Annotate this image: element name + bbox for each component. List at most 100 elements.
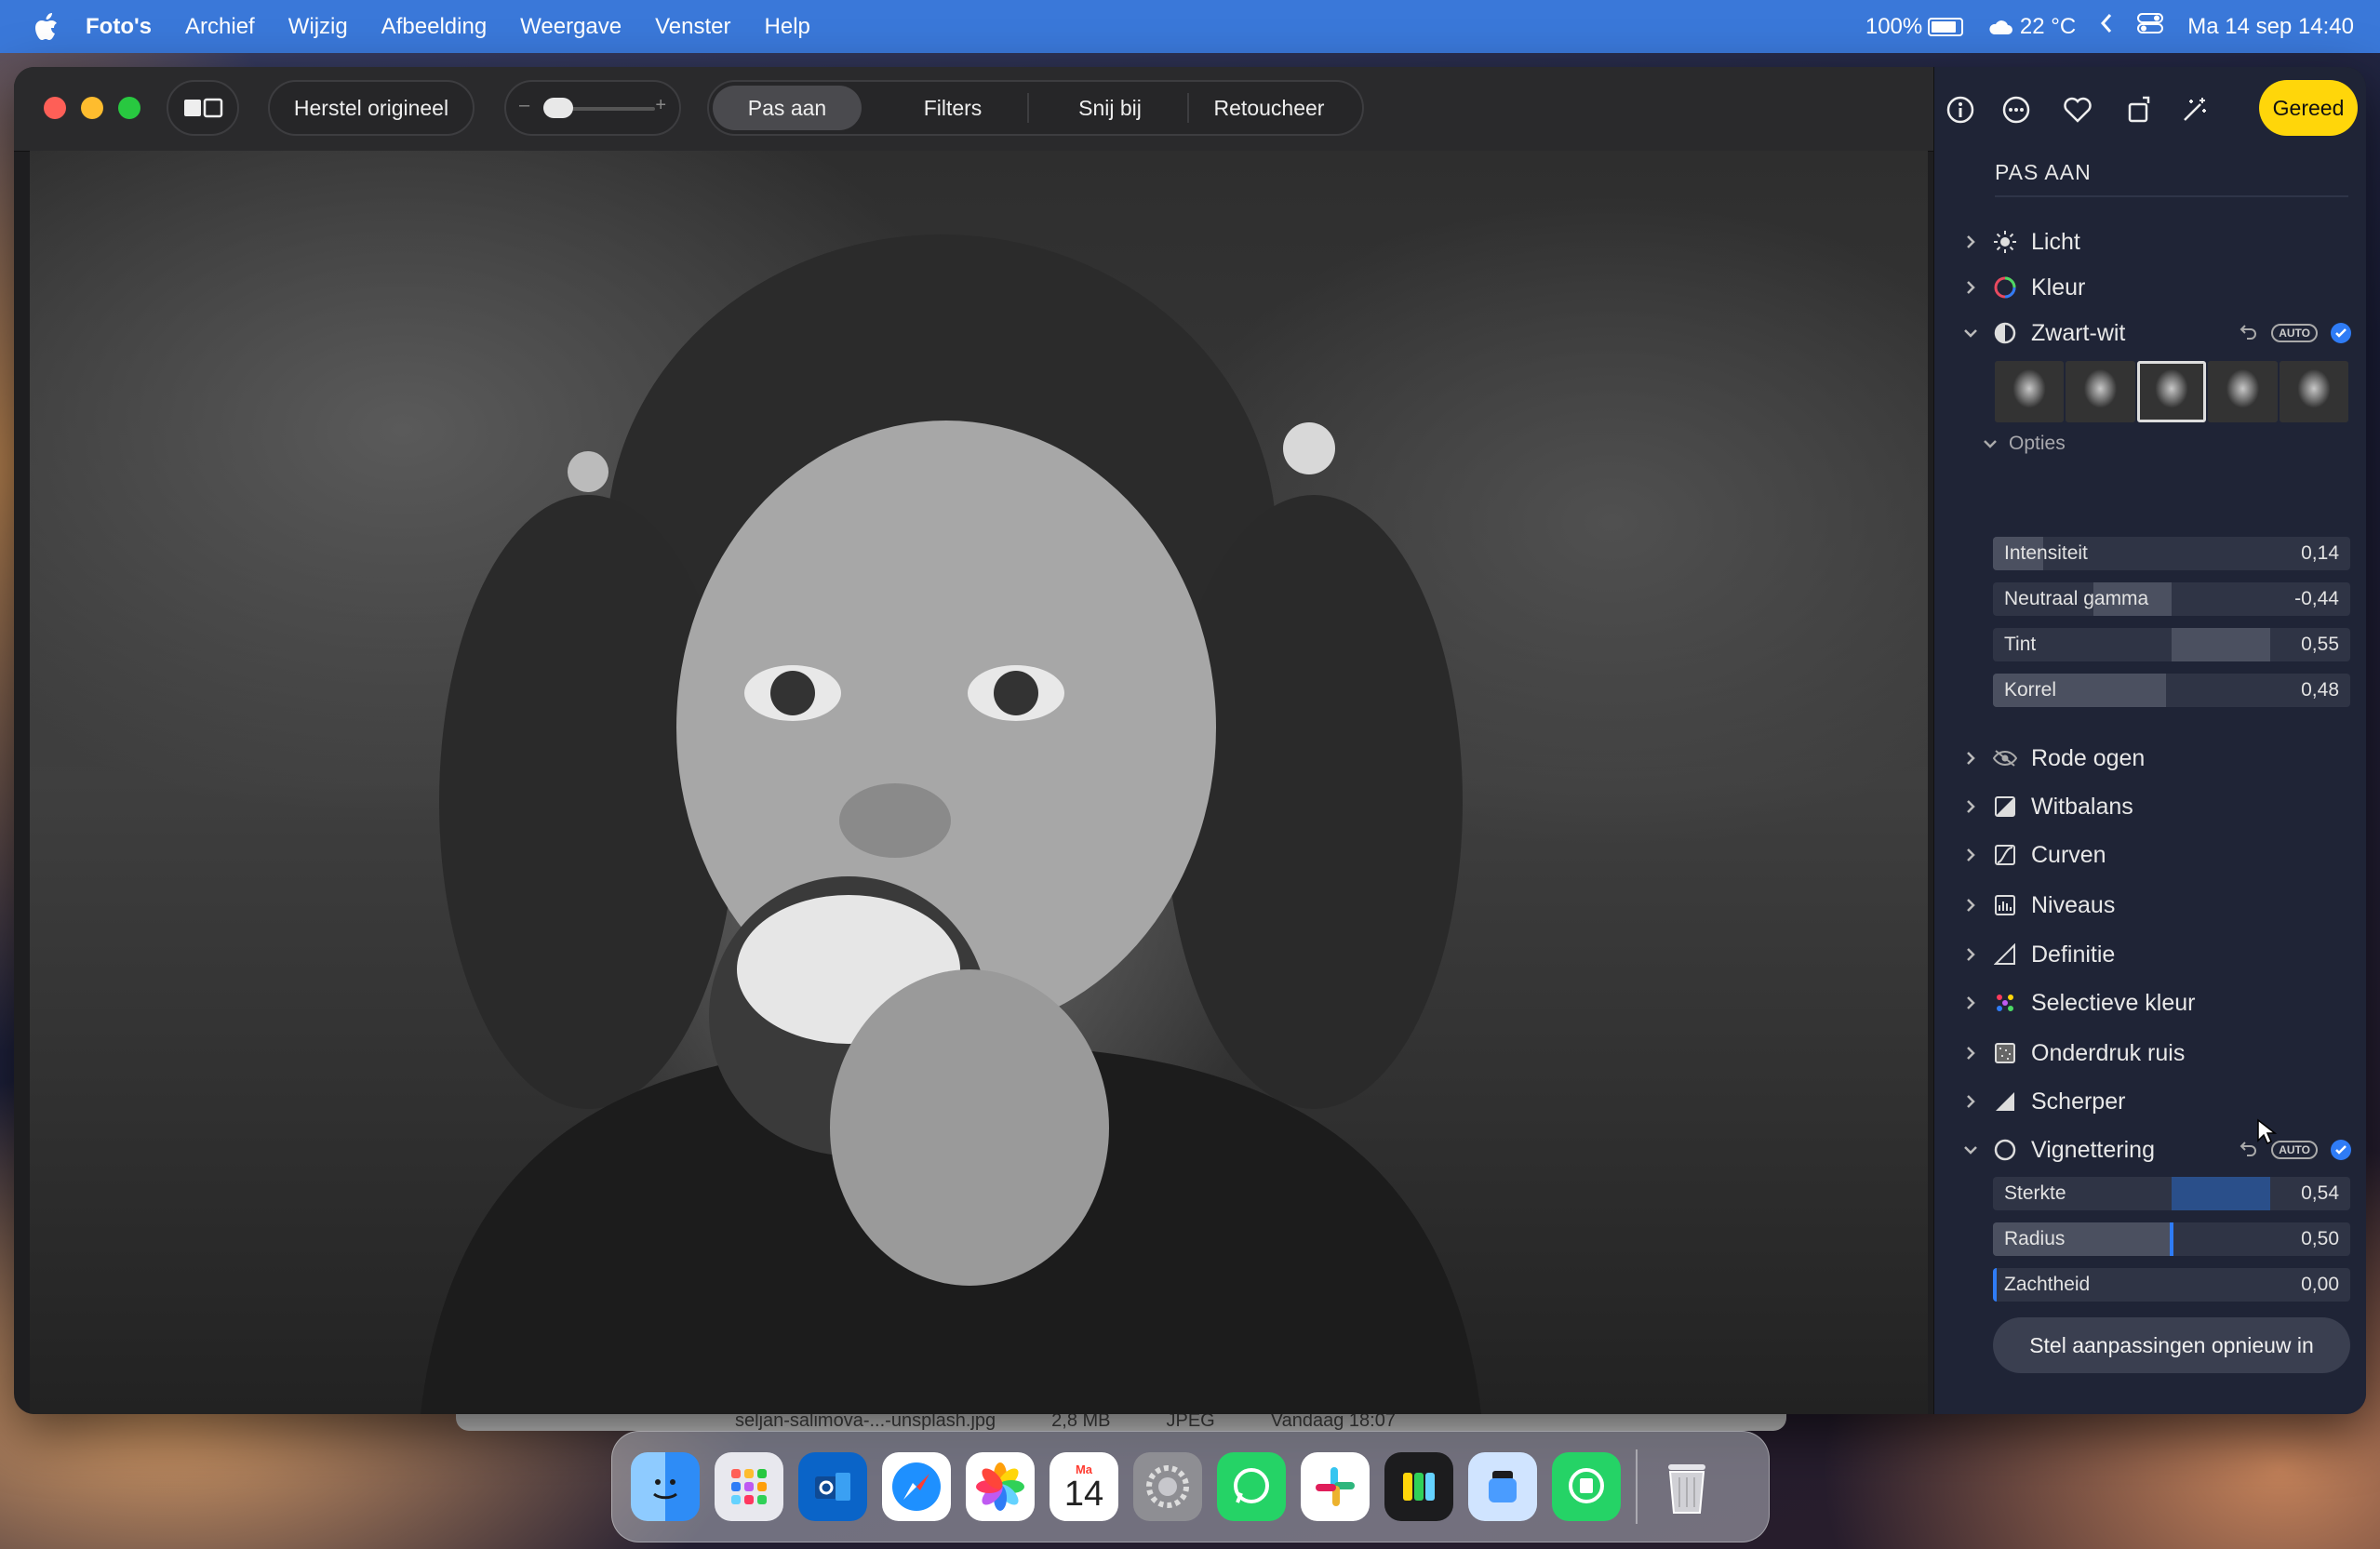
control-center-icon[interactable] [2137, 12, 2164, 41]
section-niveaus[interactable]: Niveaus [1960, 887, 2351, 924]
calendar-icon[interactable]: Ma 14 [1050, 1452, 1118, 1521]
auto-button[interactable]: AUTO [2271, 324, 2318, 342]
revert-original-button[interactable]: Herstel origineel [268, 80, 475, 136]
tab-retoucheer[interactable]: Retoucheer [1193, 86, 1345, 130]
slider-handle[interactable] [1993, 1268, 1997, 1302]
slider-sterkte[interactable]: Sterkte 0,54 [1993, 1177, 2350, 1210]
slider-radius[interactable]: Radius 0,50 [1993, 1222, 2350, 1256]
section-licht[interactable]: Licht [1960, 223, 2351, 260]
slider-value[interactable]: -0,44 [2294, 582, 2339, 616]
info-icon[interactable] [1944, 93, 1977, 127]
slider-zachtheid[interactable]: Zachtheid 0,00 [1993, 1268, 2350, 1302]
bw-preset-thumbnail[interactable] [2279, 361, 2349, 422]
zoom-slider[interactable]: – + [504, 80, 681, 136]
compare-original-button[interactable] [167, 80, 239, 136]
photo-canvas[interactable] [30, 151, 1928, 1414]
close-window-button[interactable] [44, 97, 66, 119]
chevron-down-icon[interactable] [1960, 1144, 1981, 1155]
chevron-right-icon[interactable] [1960, 946, 1981, 963]
chevron-left-icon[interactable] [2100, 13, 2113, 40]
more-options-icon[interactable] [1999, 93, 2033, 127]
bw-preset-thumbnail[interactable] [2066, 361, 2135, 422]
bw-preset-thumbnail[interactable] [2208, 361, 2278, 422]
checkmark-icon[interactable] [2331, 1140, 2351, 1160]
slider-value[interactable]: 0,00 [2301, 1268, 2339, 1302]
menu-weergave[interactable]: Weergave [520, 14, 622, 40]
chevron-right-icon[interactable] [1960, 1093, 1981, 1110]
tab-pas-aan[interactable]: Pas aan [713, 86, 862, 130]
chevron-right-icon[interactable] [1960, 279, 1981, 296]
section-kleur[interactable]: Kleur [1960, 269, 2351, 306]
slider-value[interactable]: 0,48 [2301, 674, 2339, 707]
levels-icon [1992, 892, 2018, 918]
launchpad-icon[interactable] [715, 1452, 783, 1521]
safari-icon[interactable] [882, 1452, 951, 1521]
chevron-right-icon[interactable] [1960, 995, 1981, 1011]
menu-datetime[interactable]: Ma 14 sep 14:40 [2187, 14, 2354, 40]
outlook-icon[interactable] [798, 1452, 867, 1521]
battery-status[interactable]: 100% [1865, 14, 1964, 40]
chevron-right-icon[interactable] [1960, 234, 1981, 250]
zoom-in-icon[interactable]: + [655, 95, 666, 116]
chevron-right-icon[interactable] [1960, 1045, 1981, 1062]
bw-preset-thumbnail[interactable] [1995, 361, 2065, 422]
chevron-right-icon[interactable] [1960, 750, 1981, 767]
section-rode-ogen[interactable]: Rode ogen [1960, 740, 2351, 777]
section-scherper[interactable]: Scherper [1960, 1083, 2351, 1120]
menu-archief[interactable]: Archief [185, 14, 255, 40]
section-definitie[interactable]: Definitie [1960, 936, 2351, 973]
auto-enhance-icon[interactable] [2178, 93, 2212, 127]
section-zwart-wit[interactable]: Zwart-wit AUTO [1960, 314, 2351, 352]
section-onderdruk-ruis[interactable]: Onderdruk ruis [1960, 1035, 2351, 1072]
keynote-icon[interactable] [1384, 1452, 1453, 1521]
bw-preset-thumbnail-selected[interactable] [2136, 361, 2207, 422]
definition-icon [1992, 941, 2018, 968]
menu-app-name[interactable]: Foto's [86, 14, 152, 40]
menu-help[interactable]: Help [765, 14, 810, 40]
slider-value[interactable]: 0,50 [2301, 1222, 2339, 1256]
photos-icon[interactable] [966, 1452, 1035, 1521]
slider-korrel[interactable]: Korrel 0,48 [1993, 674, 2350, 707]
slider-value[interactable]: 0,54 [2301, 1177, 2339, 1210]
menu-afbeelding[interactable]: Afbeelding [381, 14, 487, 40]
section-witbalans[interactable]: Witbalans [1960, 788, 2351, 825]
zoom-window-button[interactable] [118, 97, 140, 119]
slider-handle[interactable] [2170, 1222, 2173, 1256]
slider-tint[interactable]: Tint 0,55 [1993, 628, 2350, 661]
auto-button[interactable]: AUTO [2271, 1141, 2318, 1159]
tab-filters[interactable]: Filters [878, 86, 1027, 130]
chevron-down-icon[interactable] [1960, 327, 1981, 339]
bw-options-toggle[interactable]: Opties [1983, 433, 2066, 455]
zoom-out-icon[interactable]: – [519, 95, 529, 116]
undo-icon[interactable] [2240, 320, 2258, 347]
chevron-right-icon[interactable] [1960, 798, 1981, 815]
minimize-window-button[interactable] [81, 97, 103, 119]
tab-snij-bij[interactable]: Snij bij [1033, 86, 1187, 130]
menu-wijzig[interactable]: Wijzig [288, 14, 348, 40]
done-button[interactable]: Gereed [2259, 80, 2358, 136]
zoom-slider-knob[interactable] [543, 98, 573, 118]
apple-menu-icon[interactable] [28, 12, 65, 41]
finder-icon[interactable] [631, 1452, 700, 1521]
slider-value[interactable]: 0,14 [2301, 537, 2339, 570]
checkmark-icon[interactable] [2331, 323, 2351, 343]
trash-icon[interactable] [1652, 1452, 1721, 1521]
weather-status[interactable]: 22 °C [1987, 14, 2076, 40]
slack-icon[interactable] [1301, 1452, 1370, 1521]
reset-adjustments-button[interactable]: Stel aanpassingen opnieuw in [1993, 1317, 2350, 1373]
chevron-right-icon[interactable] [1960, 847, 1981, 863]
whatsapp-icon[interactable] [1217, 1452, 1286, 1521]
favorite-heart-icon[interactable] [2061, 93, 2094, 127]
section-curven[interactable]: Curven [1960, 836, 2351, 874]
slider-intensiteit[interactable]: Intensiteit 0,14 [1993, 537, 2350, 570]
rotate-icon[interactable] [2122, 93, 2156, 127]
slider-value[interactable]: 0,55 [2301, 628, 2339, 661]
section-selectieve-kleur[interactable]: Selectieve kleur [1960, 984, 2351, 1022]
whatsapp-business-icon[interactable] [1552, 1452, 1621, 1521]
menu-venster[interactable]: Venster [655, 14, 730, 40]
section-vignettering[interactable]: Vignettering AUTO [1960, 1131, 2351, 1168]
system-settings-icon[interactable] [1133, 1452, 1202, 1521]
slider-neutraal-gamma[interactable]: Neutraal gamma -0,44 [1993, 582, 2350, 616]
preview-icon[interactable] [1468, 1452, 1537, 1521]
chevron-right-icon[interactable] [1960, 897, 1981, 914]
